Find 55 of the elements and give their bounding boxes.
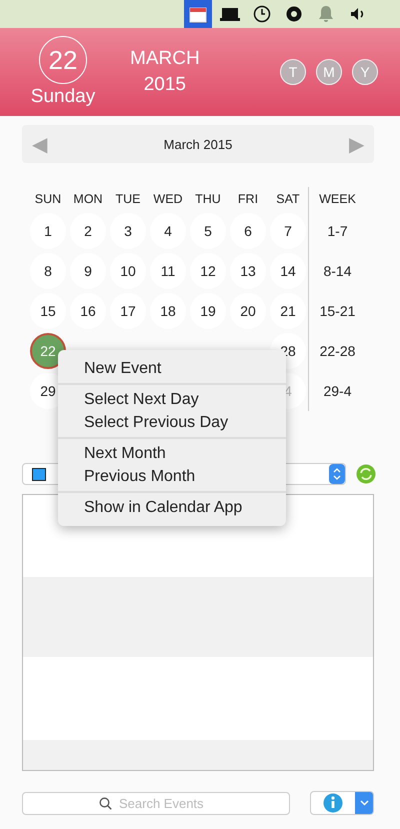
search-field[interactable]: Search Events (22, 792, 290, 814)
day-button[interactable]: 11 (150, 253, 186, 289)
chevron-down-icon (360, 800, 368, 806)
day-button[interactable]: 21 (270, 293, 306, 329)
week-range: 15-21 (320, 303, 356, 319)
day-button[interactable]: 16 (70, 293, 106, 329)
day-button[interactable]: 20 (230, 293, 266, 329)
day-button[interactable]: 14 (270, 253, 306, 289)
bell-icon (318, 5, 334, 23)
day-button[interactable]: 18 (150, 293, 186, 329)
menu-item[interactable]: Show in Calendar App (58, 496, 286, 519)
day-button[interactable]: 17 (110, 293, 146, 329)
weekday-heading: SAT (276, 192, 300, 206)
day-button[interactable]: 10 (110, 253, 146, 289)
speaker-icon (350, 7, 366, 21)
calendar-icon (189, 5, 207, 23)
week-range: 22-28 (320, 343, 356, 359)
info-button[interactable] (310, 791, 374, 815)
day-button[interactable]: 4 (150, 213, 186, 249)
month-label: MARCH (130, 48, 200, 70)
week-range: 8-14 (323, 263, 352, 279)
year-label: 2015 (144, 74, 186, 96)
info-icon (323, 793, 343, 813)
day-button[interactable]: 3 (110, 213, 146, 249)
day-button[interactable]: 12 (190, 253, 226, 289)
laptop-icon (220, 7, 240, 21)
search-input[interactable]: Search Events (117, 794, 213, 812)
weekday-heading: FRI (238, 192, 258, 206)
month-title: March 2015 (164, 136, 232, 152)
week-range: 29-4 (323, 383, 352, 399)
weekday-heading: MON (73, 192, 103, 206)
day-button[interactable]: 9 (70, 253, 106, 289)
search-icon (99, 796, 112, 810)
day-button[interactable]: 2 (70, 213, 106, 249)
weekday-label: Sunday (30, 86, 96, 108)
day-number: 22 (39, 36, 87, 84)
day-button[interactable]: 1 (30, 213, 66, 249)
day-button[interactable]: 15 (30, 293, 66, 329)
weekday-heading: THU (195, 192, 221, 206)
day-button[interactable]: 13 (230, 253, 266, 289)
day-button[interactable]: 6 (230, 213, 266, 249)
day-button[interactable]: 5 (190, 213, 226, 249)
day-button[interactable]: 19 (190, 293, 226, 329)
weekday-heading: WED (153, 192, 183, 206)
week-range: 1-7 (327, 223, 348, 239)
day-button[interactable]: 8 (30, 253, 66, 289)
ring-icon (285, 5, 303, 23)
week-heading: WEEK (319, 192, 356, 206)
menu-item[interactable]: Select Previous Day (58, 411, 286, 434)
clock-icon (253, 5, 271, 23)
day-button[interactable]: 7 (270, 213, 306, 249)
menu-item[interactable]: Next Month (58, 442, 286, 465)
weekday-heading: SUN (34, 192, 62, 206)
weekday-heading: TUE (116, 192, 140, 206)
menu-item[interactable]: Previous Month (58, 465, 286, 488)
